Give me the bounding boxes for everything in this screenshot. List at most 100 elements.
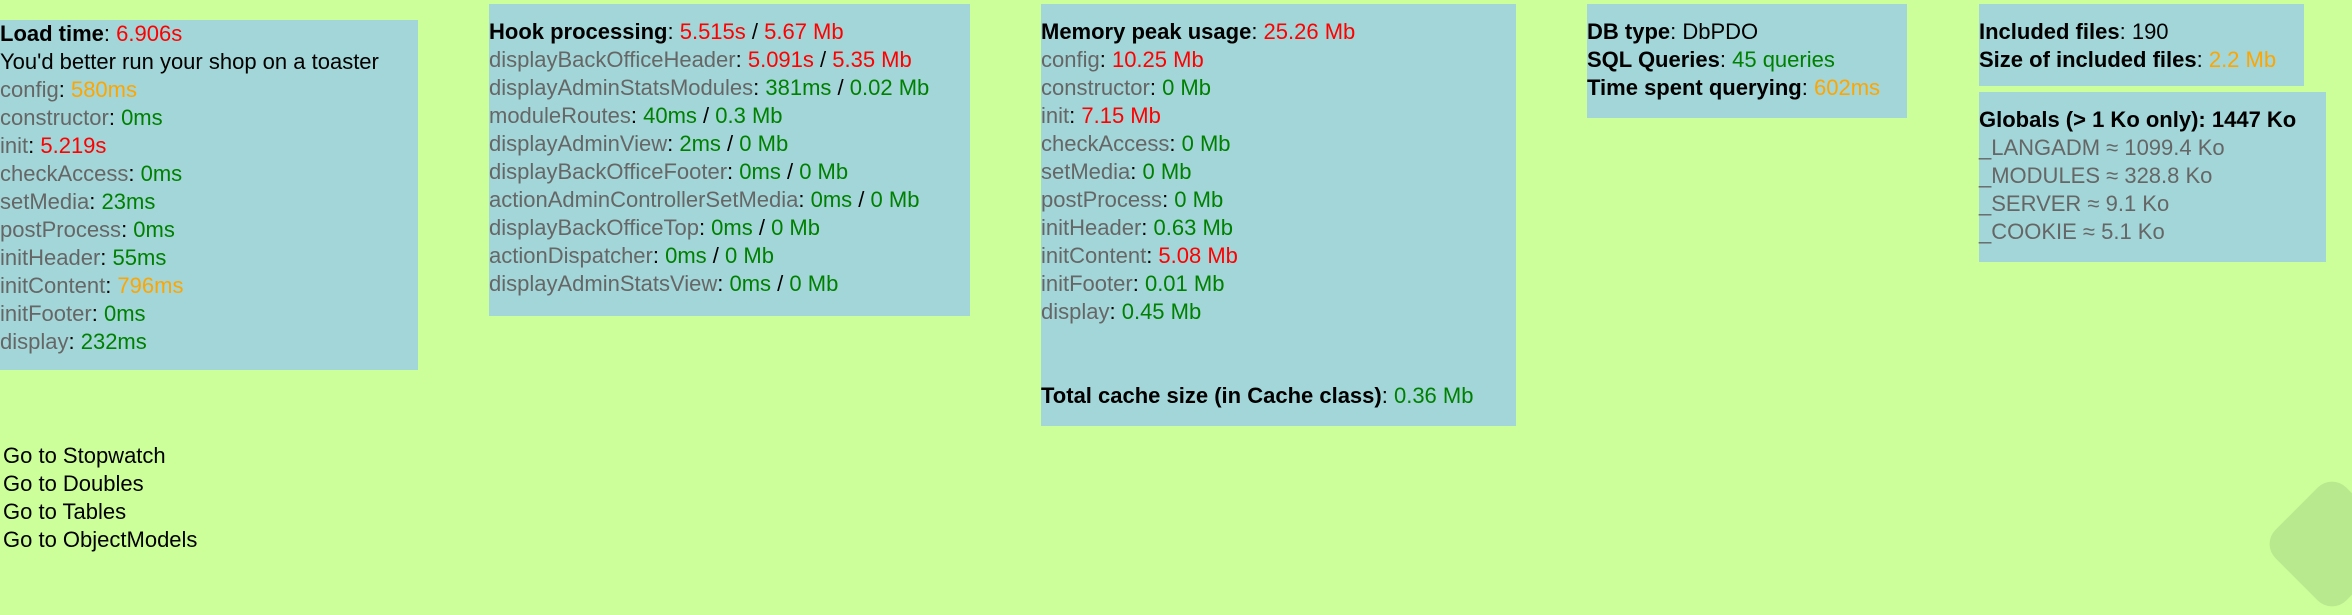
hook-item-memory: 0 Mb [789, 271, 839, 296]
load-time-note: You'd better run your shop on a toaster [0, 49, 379, 74]
hook-item-memory: 0 Mb [739, 131, 789, 156]
global-item-row: _COOKIE ≈ 5.1 Ko [1979, 219, 2165, 244]
load-item-row: constructor: 0ms [0, 105, 163, 130]
load-item-name: initContent [0, 273, 106, 298]
hook-item-time: 0ms [810, 187, 853, 212]
load-item-name: setMedia [0, 189, 90, 214]
cache-size-value: 0.36 Mb [1393, 383, 1474, 408]
load-item-row: initContent: 796ms [0, 273, 184, 298]
load-time-list: config: 580ms constructor: 0ms init: 5.219… [0, 76, 418, 356]
hook-item-row: displayBackOfficeTop: 0ms / 0 Mb [489, 215, 820, 240]
load-item-row: postProcess: 0ms [0, 217, 175, 242]
hook-item-memory: 0 Mb [799, 159, 849, 184]
hook-item-name: displayAdminStatsModules [489, 75, 754, 100]
hook-processing-label: Hook processing [489, 19, 668, 44]
hook-item-time: 5.091s [747, 47, 814, 72]
load-item-row: initHeader: 55ms [0, 245, 167, 270]
link-doubles[interactable]: Go to Doubles [3, 470, 197, 498]
load-item-value: 0ms [121, 105, 163, 130]
memory-panel: Memory peak usage: 25.26 Mb config: 10.2… [1041, 4, 1516, 426]
hook-item-time: 40ms [643, 103, 697, 128]
memory-peak-label: Memory peak usage [1041, 19, 1252, 44]
memory-item-name: initHeader [1041, 215, 1142, 240]
memory-item-value: 5.08 Mb [1158, 243, 1238, 268]
load-item-name: checkAccess [0, 161, 129, 186]
load-time-value: 6.906s [116, 21, 183, 46]
link-stopwatch[interactable]: Go to Stopwatch [3, 442, 197, 470]
hook-processing-time: 5.515s [679, 19, 746, 44]
memory-item-value: 7.15 Mb [1081, 103, 1161, 128]
memory-peak-value: 25.26 Mb [1263, 19, 1356, 44]
memory-item-name: checkAccess [1041, 131, 1170, 156]
debug-links: Go to Stopwatch Go to Doubles Go to Tabl… [3, 442, 197, 554]
memory-item-value: 0.63 Mb [1153, 215, 1234, 240]
files-size-value: 2.2 Mb [2208, 47, 2277, 72]
db-panel: DB type: DbPDO SQL Queries: 45 queries T… [1587, 4, 1907, 118]
memory-item-row: constructor: 0 Mb [1041, 75, 1211, 100]
hook-item-name: displayAdminView [489, 131, 668, 156]
memory-item-row: postProcess: 0 Mb [1041, 187, 1224, 212]
sql-queries-value: 45 queries [1732, 47, 1835, 72]
cache-size-row: Total cache size (in Cache class): 0.36 … [1041, 383, 1474, 408]
memory-item-name: initContent [1041, 243, 1147, 268]
globals-header: Globals (> 1 Ko only): 1447 Ko [1979, 107, 2297, 132]
load-item-row: display: 232ms [0, 329, 147, 354]
memory-item-name: display [1041, 299, 1110, 324]
files-size-label: Size of included files [1979, 47, 2197, 72]
load-item-name: initHeader [0, 245, 101, 270]
load-item-row: setMedia: 23ms [0, 189, 156, 214]
included-files-row: Included files: 190 [1979, 19, 2169, 44]
hook-processing-memory: 5.67 Mb [764, 19, 844, 44]
hook-item-row: displayAdminStatsModules: 381ms / 0.02 M… [489, 75, 930, 100]
hook-item-row: moduleRoutes: 40ms / 0.3 Mb [489, 103, 783, 128]
sql-queries-row: SQL Queries: 45 queries [1587, 47, 1835, 72]
load-item-name: init [0, 133, 29, 158]
load-item-value: 0ms [133, 217, 175, 242]
hook-item-time: 0ms [711, 215, 753, 240]
db-type-label: DB type [1587, 19, 1671, 44]
link-objectmodels[interactable]: Go to ObjectModels [3, 526, 197, 554]
load-item-name: display [0, 329, 69, 354]
memory-item-row: display: 0.45 Mb [1041, 299, 1202, 324]
load-item-row: init: 5.219s [0, 133, 107, 158]
hook-item-time: 0ms [739, 159, 781, 184]
hook-item-memory: 0 Mb [870, 187, 920, 212]
hook-item-name: displayAdminStatsView [489, 271, 718, 296]
load-item-value: 5.219s [40, 133, 107, 158]
hook-item-row: actionDispatcher: 0ms / 0 Mb [489, 243, 774, 268]
global-item-row: _MODULES ≈ 328.8 Ko [1979, 163, 2213, 188]
link-tables[interactable]: Go to Tables [3, 498, 197, 526]
global-item-row: _LANGADM ≈ 1099.4 Ko [1979, 135, 2225, 160]
load-item-value: 796ms [117, 273, 184, 298]
load-item-value: 0ms [103, 301, 146, 326]
memory-item-value: 10.25 Mb [1111, 47, 1204, 72]
files-size-row: Size of included files: 2.2 Mb [1979, 47, 2277, 72]
sql-queries-label: SQL Queries [1587, 47, 1720, 72]
hook-item-name: displayBackOfficeFooter [489, 159, 728, 184]
memory-item-name: postProcess [1041, 187, 1163, 212]
globals-panel: Globals (> 1 Ko only): 1447 Ko _LANGADM … [1979, 92, 2326, 262]
memory-peak-row: Memory peak usage: 25.26 Mb [1041, 19, 1356, 44]
hook-item-name: displayBackOfficeTop [489, 215, 699, 240]
cache-size-label: Total cache size (in Cache class) [1041, 383, 1382, 408]
hook-item-memory: 0 Mb [771, 215, 820, 240]
hook-item-memory: 0.3 Mb [715, 103, 783, 128]
hook-item-time: 381ms [765, 75, 832, 100]
memory-item-row: init: 7.15 Mb [1041, 103, 1161, 128]
hook-item-name: actionDispatcher [489, 243, 653, 268]
hook-item-time: 0ms [729, 271, 772, 296]
hook-item-row: displayAdminView: 2ms / 0 Mb [489, 131, 789, 156]
hook-processing-panel: Hook processing: 5.515s / 5.67 Mb displa… [489, 4, 970, 316]
globals-list: _LANGADM ≈ 1099.4 Ko _MODULES ≈ 328.8 Ko _… [1979, 134, 2326, 246]
memory-item-name: initFooter [1041, 271, 1133, 296]
hook-item-row: actionAdminControllerSetMedia: 0ms / 0 M… [489, 187, 920, 212]
hook-item-time: 0ms [665, 243, 707, 268]
memory-item-value: 0 Mb [1162, 75, 1211, 100]
memory-item-row: initFooter: 0.01 Mb [1041, 271, 1225, 296]
load-item-value: 55ms [112, 245, 167, 270]
hook-item-memory: 0.02 Mb [849, 75, 930, 100]
corner-tab[interactable] [2261, 473, 2352, 615]
load-item-value: 580ms [70, 77, 137, 102]
memory-item-row: config: 10.25 Mb [1041, 47, 1204, 72]
query-time-row: Time spent querying: 602ms [1587, 75, 1881, 100]
